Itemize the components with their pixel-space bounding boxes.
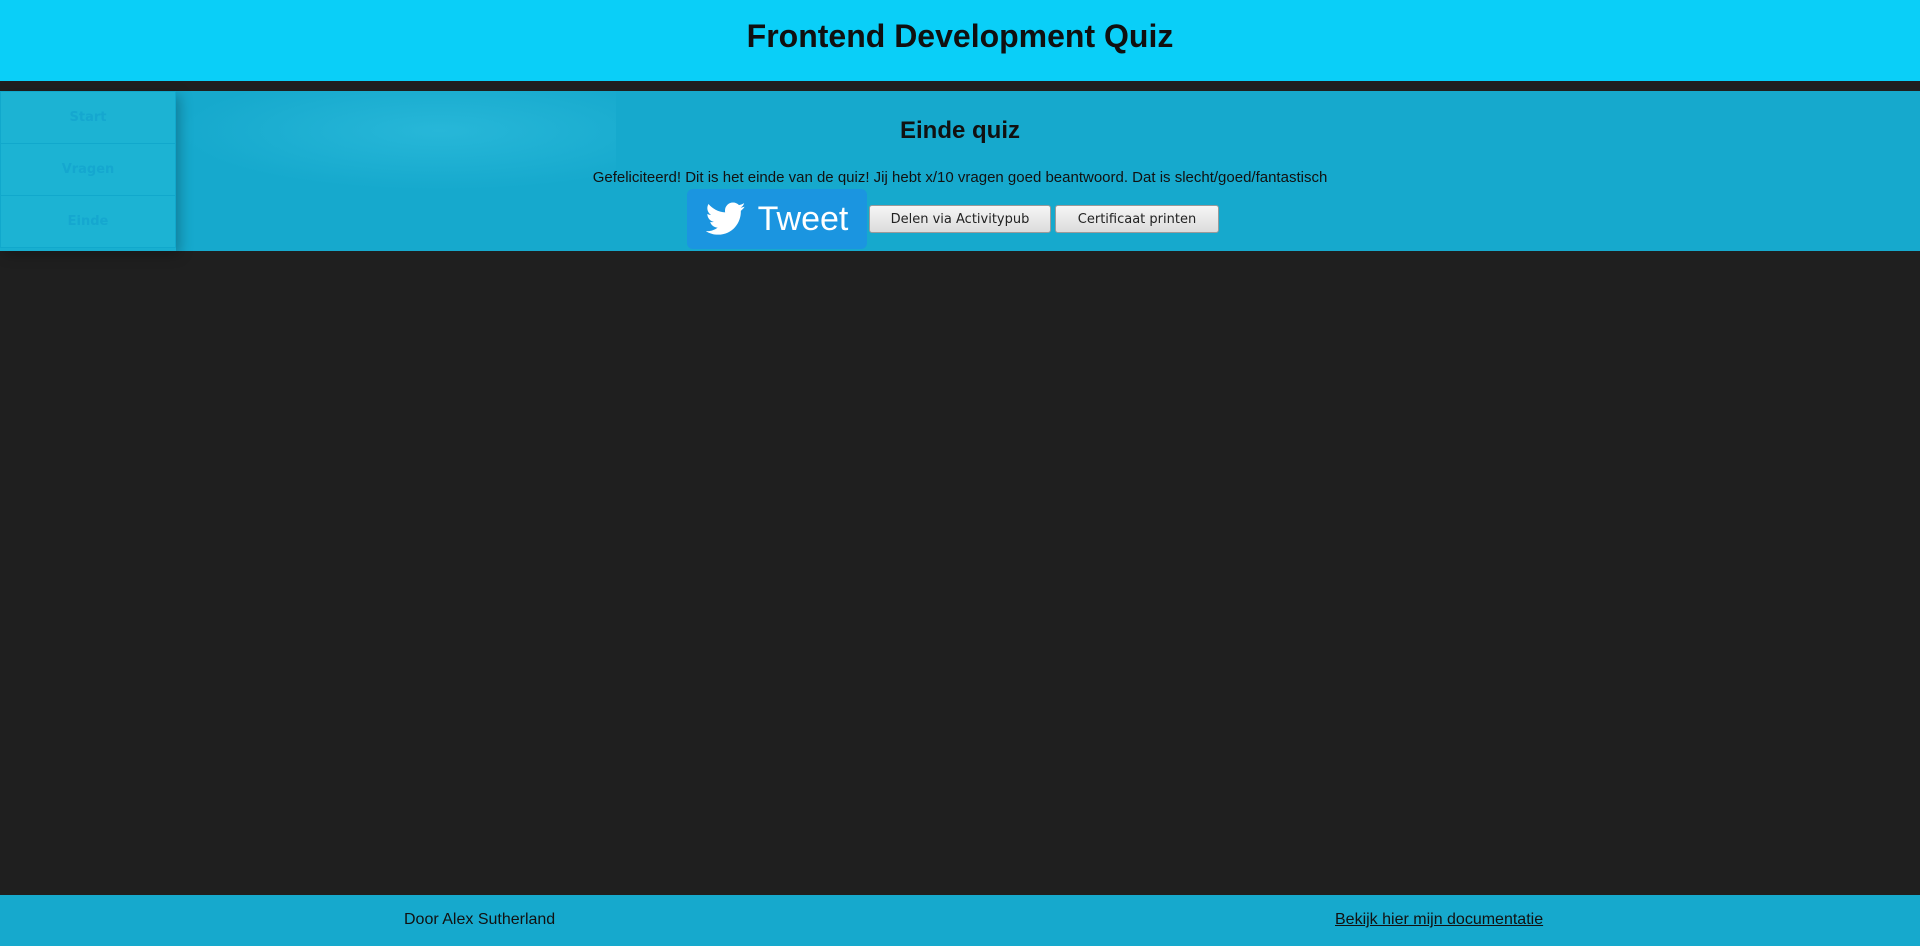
tweet-label: Tweet [757, 199, 849, 238]
sidebar-item-start[interactable]: Start [0, 91, 176, 144]
share-actions: Tweet Delen via Activitypub Certificaat … [687, 189, 1219, 249]
site-header: Frontend Development Quiz [0, 0, 1920, 81]
sidebar-nav: Start Vragen Einde [0, 91, 176, 251]
documentation-link[interactable]: Bekijk hier mijn documentatie [1335, 911, 1543, 929]
print-certificate-button[interactable]: Certificaat printen [1055, 205, 1219, 233]
header-divider [0, 81, 1920, 91]
footer-author: Door Alex Sutherland [404, 911, 556, 928]
sidebar-item-vragen[interactable]: Vragen [0, 144, 176, 196]
site-footer: Door Alex Sutherland Bekijk hier mijn do… [0, 895, 1920, 946]
page-title: Frontend Development Quiz [746, 18, 1174, 54]
sidebar-item-einde[interactable]: Einde [0, 196, 176, 248]
quiz-end-title: Einde quiz [900, 117, 1020, 144]
share-activitypub-button[interactable]: Delen via Activitypub [869, 205, 1051, 233]
tweet-button[interactable]: Tweet [687, 189, 867, 249]
twitter-bird-icon [705, 202, 745, 235]
quiz-end-message: Gefeliciteerd! Dit is het einde van de q… [592, 169, 1328, 186]
